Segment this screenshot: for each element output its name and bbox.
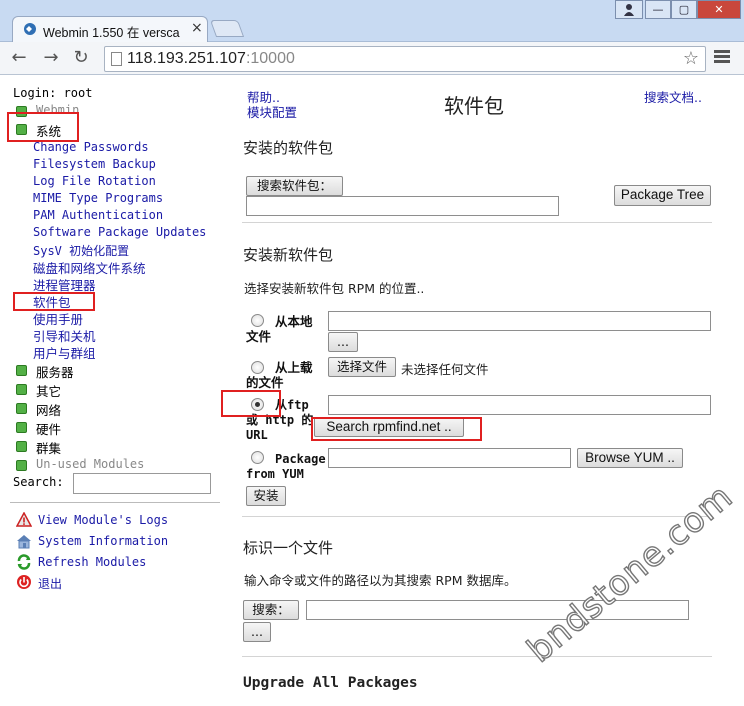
minimize-icon[interactable]: — (645, 0, 671, 19)
bookmark-star-icon[interactable]: ☆ (683, 48, 699, 69)
page-title: 软件包 (444, 94, 504, 118)
url-host: 118.193.251.107 (127, 50, 246, 67)
power-icon (17, 575, 31, 589)
category-networking-label: 网络 (36, 403, 62, 418)
user-icon[interactable] (615, 0, 643, 19)
browser-tab[interactable]: Webmin 1.550 在 versca × (12, 16, 208, 42)
forward-arrow-icon[interactable]: → (40, 48, 62, 70)
upgrade-all-heading: Upgrade All Packages (243, 675, 418, 691)
category-cluster-icon (16, 441, 27, 452)
install-new-heading: 安装新软件包 (243, 246, 334, 264)
section-separator (242, 656, 712, 657)
category-hardware-label: 硬件 (36, 422, 62, 437)
category-unused-label: Un-used Modules (36, 457, 145, 471)
maximize-icon[interactable]: ▢ (671, 0, 697, 19)
search-docs-link[interactable]: 搜索文档.. (644, 87, 702, 106)
left-search-input[interactable] (73, 473, 211, 494)
annotation-box-software-packages (13, 292, 95, 311)
install-button[interactable]: 安装 (246, 486, 286, 506)
module-change-passwords[interactable]: Change Passwords (33, 140, 149, 154)
module-filesystem-backup[interactable]: Filesystem Backup (33, 157, 156, 171)
address-bar[interactable]: 118.193.251.107:10000 ☆ (104, 46, 706, 72)
home-icon (17, 535, 31, 549)
search-packages-input[interactable] (246, 196, 559, 216)
page-icon (111, 52, 122, 66)
tab-title: Webmin 1.550 在 versca (43, 26, 180, 40)
left-divider (10, 502, 220, 503)
source-upload-label: 从上载的文件 (246, 360, 313, 390)
category-others-icon (16, 384, 27, 395)
local-file-browse-button[interactable]: ... (328, 332, 358, 352)
url-port: :10000 (245, 50, 295, 67)
installed-packages-heading: 安装的软件包 (243, 139, 334, 157)
login-label: Login: root (13, 86, 93, 100)
no-file-chosen-text: 未选择任何文件 (401, 362, 489, 377)
tab-close-icon[interactable]: × (191, 20, 203, 36)
category-cluster-label: 群集 (36, 441, 62, 456)
left-search-label: Search: (13, 475, 64, 489)
category-hardware-icon (16, 422, 27, 433)
refresh-modules-label: Refresh Modules (38, 555, 147, 569)
webmin-left-frame: Login: root Webmin 系统 Change Passwords F… (0, 76, 232, 706)
category-servers-label: 服务器 (36, 365, 74, 380)
source-yum-label: Package from YUM (246, 452, 326, 481)
new-tab-button[interactable] (209, 20, 245, 37)
module-sysv-init[interactable]: SysV 初始化配置 (33, 242, 129, 259)
identify-path-input[interactable] (306, 600, 689, 620)
local-file-input[interactable] (328, 311, 711, 331)
category-networking-icon (16, 403, 27, 414)
search-packages-button[interactable]: 搜索软件包： (246, 176, 343, 196)
identify-search-button[interactable]: 搜索： (243, 600, 299, 620)
reload-icon[interactable]: ↻ (70, 48, 92, 70)
identify-file-heading: 标识一个文件 (243, 539, 334, 557)
module-config-link[interactable]: 模块配置 (247, 102, 297, 121)
webmin-right-frame: 帮助.. 模块配置 软件包 搜索文档.. 安装的软件包 搜索软件包： Packa… (221, 76, 744, 706)
choose-file-button[interactable]: 选择文件 (328, 357, 396, 377)
yum-package-input[interactable] (328, 448, 571, 468)
close-icon[interactable]: ✕ (697, 0, 741, 19)
module-users-groups[interactable]: 用户与群组 (33, 343, 96, 362)
back-arrow-icon[interactable]: ← (8, 48, 30, 70)
annotation-box-rpmfind (311, 417, 482, 441)
system-information-label: System Information (38, 534, 169, 548)
identify-description: 输入命令或文件的路径以为其搜索 RPM 数据库。 (244, 573, 517, 588)
browser-titlebar: Webmin 1.550 在 versca × — ▢ ✕ (0, 0, 744, 42)
identify-browse-button[interactable]: ... (243, 622, 271, 642)
url-input[interactable] (328, 395, 711, 415)
browse-yum-button[interactable]: Browse YUM .. (577, 448, 683, 468)
category-others-label: 其它 (36, 384, 62, 399)
refresh-icon (17, 554, 31, 570)
annotation-box-url-radio (221, 390, 281, 417)
view-module-logs-label: View Module's Logs (38, 513, 169, 527)
category-unused-icon (16, 460, 27, 471)
module-log-file-rotation[interactable]: Log File Rotation (33, 174, 156, 188)
source-local-label: 从本地文件 (246, 314, 313, 344)
install-description: 选择安装新软件包 RPM 的位置.. (244, 281, 425, 296)
webmin-favicon-icon (24, 23, 36, 35)
url-text: 118.193.251.107:10000 (127, 50, 295, 68)
browser-menu-icon[interactable] (714, 50, 730, 66)
logout-label: 退出 (38, 577, 63, 591)
module-mime-type-programs[interactable]: MIME Type Programs (33, 191, 163, 205)
category-servers-icon (16, 365, 27, 376)
section-separator (242, 222, 712, 223)
module-pam-authentication[interactable]: PAM Authentication (33, 208, 163, 222)
warning-icon (16, 512, 32, 527)
section-separator (242, 516, 712, 517)
annotation-box-system (7, 112, 79, 142)
package-tree-button[interactable]: Package Tree (614, 185, 711, 206)
browser-toolbar: ← → ↻ 118.193.251.107:10000 ☆ (0, 42, 744, 75)
module-software-package-updates[interactable]: Software Package Updates (33, 225, 206, 239)
